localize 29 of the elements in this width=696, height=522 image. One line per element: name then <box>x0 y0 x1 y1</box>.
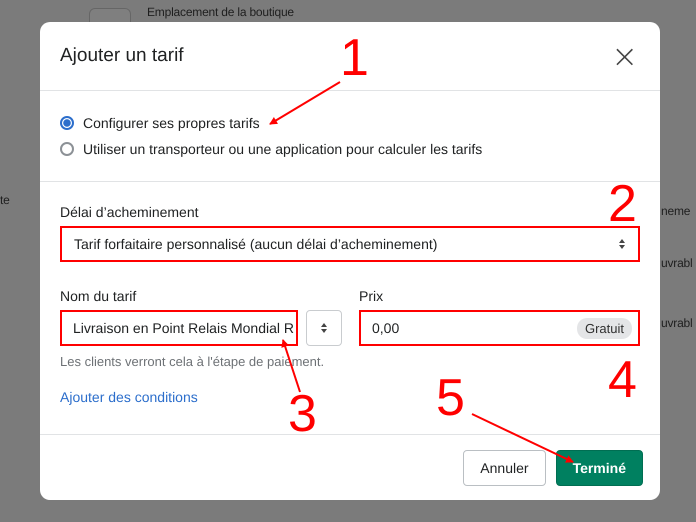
annotation-number: 1 <box>340 32 369 84</box>
background-text: Emplacement de la boutique <box>147 5 294 20</box>
dialog-title: Ajouter un tarif <box>60 45 184 67</box>
annotation-number: 3 <box>288 388 317 440</box>
radio-button[interactable] <box>60 116 74 130</box>
annotation-arrow <box>269 81 341 125</box>
background-text: te <box>0 193 10 208</box>
radio-label: Configurer ses propres tarifs <box>83 115 260 131</box>
annotation-number: 4 <box>608 354 637 406</box>
conditions-link[interactable]: Ajouter des conditions <box>60 389 198 405</box>
rate-name-field[interactable]: Livraison en Point Relais Mondial R <box>60 310 298 346</box>
background-text: uvrabl <box>661 316 692 331</box>
radio-button[interactable] <box>60 142 74 156</box>
cancel-button[interactable]: Annuler <box>463 450 546 486</box>
close-button[interactable]: × <box>607 42 642 70</box>
stepper-button[interactable] <box>306 310 342 346</box>
free-badge: Gratuit <box>576 318 632 338</box>
field-label: Nom du tarif <box>60 288 138 304</box>
sort-icon <box>618 238 626 250</box>
delivery-select[interactable]: Tarif forfaitaire personnalisé (aucun délai d’acheminement) <box>60 226 640 262</box>
price-field[interactable]: 0,00 Gratuit <box>359 310 640 346</box>
radio-label: Utiliser un transporteur ou une application pour calculer les tarifs <box>83 141 482 157</box>
background-text: uvrabl <box>661 256 692 271</box>
sort-icon <box>320 322 328 334</box>
annotation-number: 5 <box>436 372 465 424</box>
done-button[interactable]: Terminé <box>556 450 643 486</box>
field-label: Prix <box>359 288 384 304</box>
background-text: neme <box>661 204 690 219</box>
field-label: Délai d’acheminement <box>60 204 200 220</box>
